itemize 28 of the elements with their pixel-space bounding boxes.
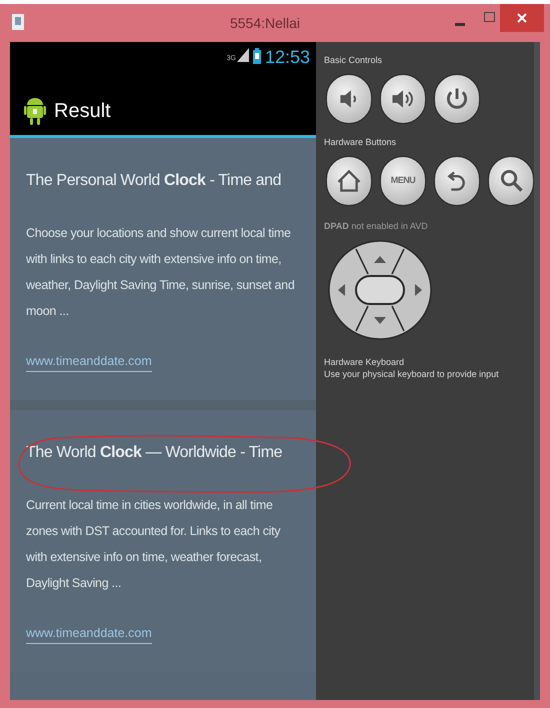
result-link[interactable]: www.timeanddate.com <box>26 624 152 644</box>
result-snippet: Choose your locations and show current local time with links to each city with extensive info on time, weather, Daylight Saving Time, sunrise, sunset and moon ... <box>26 225 296 320</box>
section-note: Use your physical keyboard to provide input <box>324 368 500 380</box>
result-link[interactable]: www.timeanddate.com <box>26 352 152 372</box>
signal-icon <box>236 48 249 62</box>
menu-button[interactable]: MENU <box>380 156 426 206</box>
volume-down-button[interactable] <box>326 74 372 124</box>
maximize-icon[interactable] <box>484 12 495 22</box>
search-button[interactable] <box>488 156 534 206</box>
dpad-control[interactable] <box>328 240 432 340</box>
section-heading: DPAD not enabled in AVD <box>324 220 429 232</box>
power-button[interactable] <box>434 74 480 124</box>
window-title: 5554:Nellai <box>230 14 300 32</box>
section-heading: Hardware Buttons <box>324 136 398 148</box>
app-icon <box>12 14 24 30</box>
section-heading: Basic Controls <box>324 54 384 66</box>
battery-icon <box>252 48 261 64</box>
clock-time: 12:53 <box>264 48 310 66</box>
screen-title: Result <box>54 98 111 124</box>
back-button[interactable] <box>434 156 480 206</box>
close-button[interactable] <box>500 4 544 32</box>
android-icon <box>24 96 46 126</box>
result-title[interactable]: The Personal World Clock - Time and <box>26 170 282 192</box>
close-icon <box>517 13 527 23</box>
section-heading: Hardware Keyboard <box>324 356 406 368</box>
volume-up-button[interactable] <box>380 74 426 124</box>
home-button[interactable] <box>326 156 372 206</box>
result-snippet: Current local time in cities worldwide, in all time zones with DST accounted for. Links to each city with extensive info on time, weather forecast, Daylight Saving ... <box>26 496 282 592</box>
